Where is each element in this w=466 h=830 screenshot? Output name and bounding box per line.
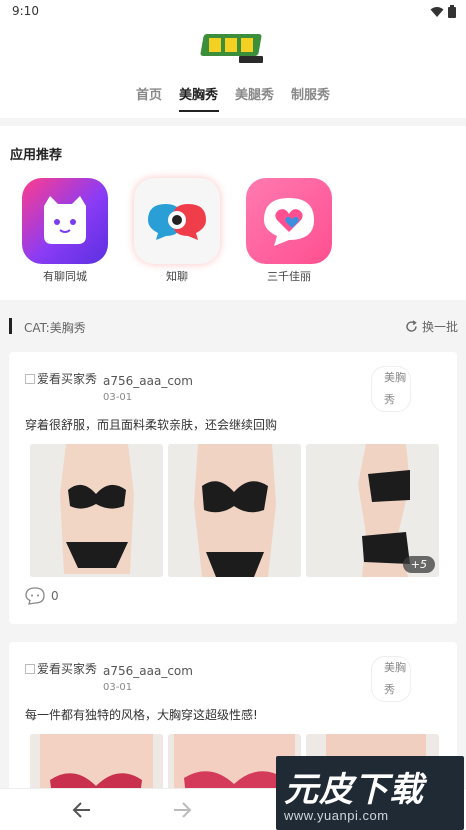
tab-chest-show[interactable]: 美胸秀 [179, 84, 218, 103]
post-caption[interactable]: 每一件都有独特的风格，大胸穿这超级性感! [25, 706, 258, 723]
app-logo [200, 34, 263, 63]
watermark-url: www.yuanpi.com [284, 808, 389, 823]
post-photo[interactable]: +5 [306, 444, 439, 577]
section-title: 应用推荐 [10, 148, 63, 163]
avatar-alt-text: 爱看买家秀 [37, 662, 98, 676]
broken-image-icon [25, 374, 35, 384]
speech-bubbles-icon [134, 178, 220, 264]
app-name: 三千佳丽 [267, 270, 311, 283]
category-bar: CAT:美胸秀 换一批 [0, 310, 466, 344]
tab-legs-show[interactable]: 美腿秀 [235, 84, 274, 103]
status-time: 9:10 [12, 4, 39, 18]
app-item-zhiliao[interactable]: 知聊 [127, 178, 227, 284]
post-username[interactable]: a756_aaa_com [103, 664, 193, 678]
refresh-button[interactable]: 换一批 [405, 318, 458, 335]
avatar[interactable]: 爱看买家秀 [25, 660, 97, 679]
comment-count: 0 [51, 589, 59, 603]
post-date: 03-01 [103, 682, 133, 693]
site-watermark: 元皮下载 www.yuanpi.com [276, 756, 464, 830]
app-item-youliao[interactable]: 有聊同城 [15, 178, 115, 284]
forward-arrow-icon[interactable] [170, 799, 194, 821]
avatar-alt-text: 爱看买家秀 [37, 372, 98, 386]
battery-icon [448, 5, 456, 18]
avatar[interactable]: 爱看买家秀 [25, 370, 97, 389]
photo-grid: +5 [30, 444, 439, 577]
post-card[interactable]: 爱看买家秀 a756_aaa_com 03-01 美胸秀 穿着很舒服，而且面料柔… [9, 352, 457, 624]
post-tag[interactable]: 美胸秀 [371, 656, 411, 702]
wifi-icon [430, 6, 444, 17]
back-arrow-icon[interactable] [70, 799, 94, 821]
category-label: CAT:美胸秀 [24, 321, 86, 335]
category-tabs: 首页 美胸秀 美腿秀 制服秀 [0, 84, 466, 114]
comment-icon [25, 587, 45, 605]
status-bar: 9:10 [0, 0, 466, 24]
refresh-icon [406, 320, 417, 332]
tab-uniform-show[interactable]: 制服秀 [291, 84, 330, 103]
status-icons [430, 5, 456, 18]
post-caption[interactable]: 穿着很舒服，而且面料柔软亲肤，还会继续回购 [25, 416, 277, 433]
header: 首页 美胸秀 美腿秀 制服秀 [0, 24, 466, 118]
app-item-sanqian[interactable]: 三千佳丽 [239, 178, 339, 284]
post-photo[interactable] [30, 444, 163, 577]
post-date: 03-01 [103, 392, 133, 403]
app-name: 知聊 [166, 270, 188, 283]
cat-chat-icon [22, 178, 108, 264]
post-tag[interactable]: 美胸秀 [371, 366, 411, 412]
active-tab-indicator [179, 110, 219, 112]
broken-image-icon [25, 664, 35, 674]
more-photos-badge: +5 [402, 556, 435, 573]
app-recommendations: 应用推荐 有聊同城 知聊 三千佳丽 [0, 126, 466, 300]
post-username[interactable]: a756_aaa_com [103, 374, 193, 388]
heart-bubble-icon [246, 178, 332, 264]
post-photo[interactable] [168, 444, 301, 577]
tab-home[interactable]: 首页 [136, 84, 162, 103]
app-name: 有聊同城 [43, 270, 87, 283]
comment-button[interactable]: 0 [25, 587, 59, 605]
refresh-label: 换一批 [421, 320, 458, 334]
category-marker [9, 318, 12, 334]
watermark-title: 元皮下载 [284, 770, 424, 810]
